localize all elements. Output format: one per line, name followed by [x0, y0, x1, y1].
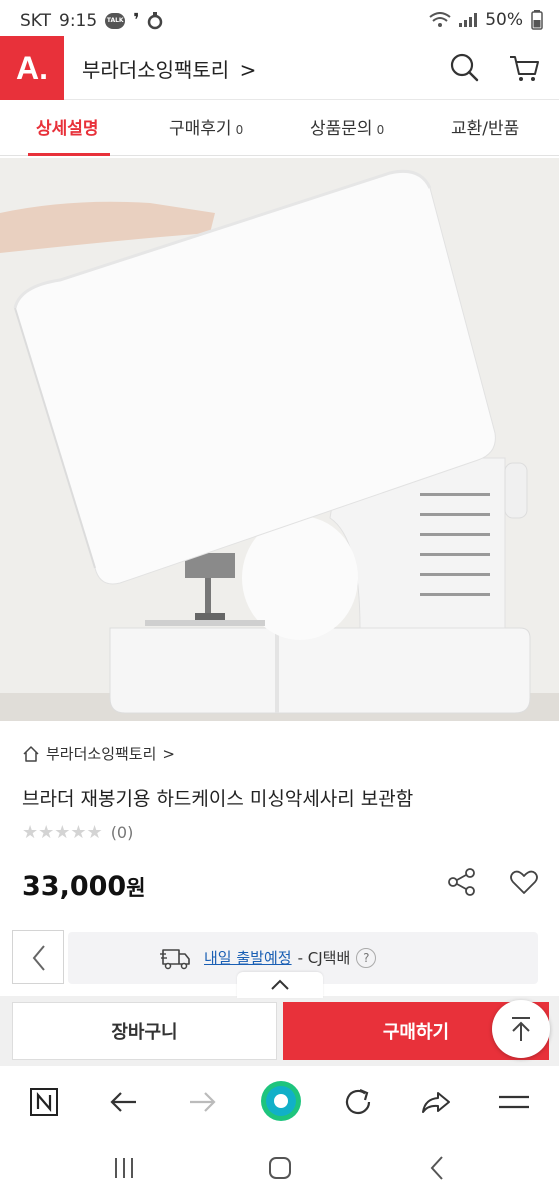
product-tabs: 상세설명 구매후기 0 상품문의 0 교환/반품: [0, 100, 559, 156]
shipping-carrier: - CJ택배: [297, 949, 351, 967]
forward-arrow-icon[interactable]: [184, 1084, 220, 1120]
clock: 9:15: [59, 10, 98, 31]
tab-inquiries-count: 0: [376, 123, 385, 137]
price-number: 33,000: [22, 871, 127, 902]
battery-icon: [531, 10, 543, 30]
home-icon: [23, 745, 39, 762]
chevron-left-icon: [32, 945, 45, 971]
wifi-icon: [429, 12, 451, 27]
comma-notification-icon: ❜: [133, 10, 140, 31]
reload-icon[interactable]: [340, 1084, 376, 1120]
heart-icon[interactable]: [508, 866, 540, 898]
review-count: (0): [110, 823, 134, 842]
delivery-truck-icon: [160, 949, 190, 970]
kakaotalk-icon: TALK: [105, 12, 126, 29]
store-name-label: 부라더소잉팩토리: [82, 58, 230, 82]
app-header: A. 부라더소잉팩토리 >: [0, 36, 559, 100]
scroll-to-top-button[interactable]: [492, 1000, 550, 1058]
talk-badge-label: TALK: [106, 17, 124, 24]
signal-icon: [459, 13, 478, 27]
app-logo[interactable]: A.: [0, 36, 64, 100]
tab-detail-label: 상세설명: [36, 119, 99, 139]
home-button-icon[interactable]: [264, 1152, 296, 1184]
store-breadcrumb[interactable]: 부라더소잉팩토리 >: [22, 743, 175, 764]
chevron-up-icon: [271, 979, 289, 990]
product-price: 33,000원: [22, 871, 146, 902]
price-unit: 원: [126, 876, 146, 900]
browser-toolbar: [0, 1066, 559, 1138]
tab-reviews-label: 구매후기: [169, 119, 232, 139]
store-name-link[interactable]: 부라더소잉팩토리 >: [82, 54, 256, 83]
help-glyph: ?: [363, 950, 370, 965]
status-bar: SKT 9:15 TALK ❜ 50%: [0, 0, 559, 40]
back-icon[interactable]: [422, 1152, 454, 1184]
arrow-up-icon: [512, 1017, 530, 1041]
cart-icon[interactable]: [506, 50, 542, 86]
search-icon[interactable]: [446, 50, 482, 86]
shipping-eta[interactable]: 내일 출발예정: [204, 947, 292, 968]
battery-percent: 50%: [485, 10, 523, 30]
naver-n-icon[interactable]: [26, 1084, 62, 1120]
product-image: [0, 158, 559, 721]
alarm-notification-icon: [148, 11, 163, 29]
chevron-right-icon: >: [239, 58, 257, 82]
tab-reviews-count: 0: [235, 123, 244, 137]
menu-icon[interactable]: [496, 1084, 532, 1120]
tab-detail[interactable]: 상세설명: [36, 114, 99, 139]
add-to-cart-button[interactable]: 장바구니: [12, 1002, 277, 1060]
collapse-back-button[interactable]: [12, 930, 64, 984]
back-arrow-icon[interactable]: [106, 1084, 142, 1120]
chevron-right-icon: >: [162, 744, 175, 763]
tab-reviews[interactable]: 구매후기 0: [169, 114, 243, 139]
tab-inquiries[interactable]: 상품문의 0: [310, 114, 384, 139]
breadcrumb-label: 부라더소잉팩토리: [46, 745, 157, 763]
home-dot-icon[interactable]: [260, 1080, 302, 1122]
share-arrow-icon[interactable]: [418, 1084, 454, 1120]
carrier-label: SKT: [20, 10, 52, 31]
tab-inquiries-label: 상품문의: [310, 119, 373, 139]
active-tab-indicator: [28, 153, 110, 156]
rating-stars: ★★★★★: [22, 822, 103, 843]
share-icon[interactable]: [446, 866, 478, 898]
product-rating[interactable]: ★★★★★ (0): [22, 822, 133, 843]
drawer-handle[interactable]: [237, 972, 323, 998]
recent-apps-icon[interactable]: [108, 1152, 140, 1184]
system-navigation-bar: [0, 1138, 559, 1200]
sewing-machine-illustration: [0, 158, 559, 721]
shipping-help-icon[interactable]: ?: [356, 947, 377, 968]
product-title: 브라더 재봉기용 하드케이스 미싱악세사리 보관함: [22, 788, 414, 810]
purchase-bar: 장바구니 구매하기: [0, 996, 559, 1066]
tab-exchange-label: 교환/반품: [451, 119, 520, 139]
tab-exchange-return[interactable]: 교환/반품: [451, 114, 519, 139]
